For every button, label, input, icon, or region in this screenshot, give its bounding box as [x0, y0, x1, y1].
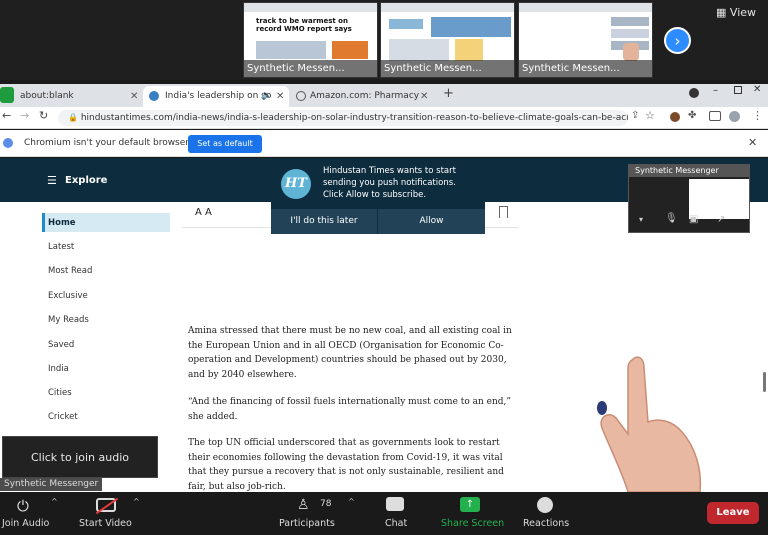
- sidebar-item-latest[interactable]: Latest: [48, 242, 74, 252]
- lock-icon: 🔒: [68, 113, 78, 122]
- pointing-hand-image: [597, 356, 702, 492]
- article-paragraph: Amina stressed that there must be no new…: [188, 326, 512, 380]
- join-audio-button[interactable]: Join Audio: [2, 518, 49, 529]
- start-video-button[interactable]: Start Video: [79, 518, 132, 529]
- thumb-label: Synthetic Messen...: [244, 60, 377, 77]
- caret-up-icon[interactable]: ^: [348, 497, 355, 506]
- caret-up-icon[interactable]: ^: [51, 497, 58, 506]
- dropdown-icon[interactable]: ▾: [639, 215, 643, 224]
- reload-icon[interactable]: ↻: [39, 109, 48, 122]
- next-page-button[interactable]: ›: [664, 27, 691, 54]
- mini-video-label: Synthetic Messenger: [629, 165, 749, 177]
- share-screen-button[interactable]: Share Screen: [441, 518, 504, 529]
- puzzle-icon[interactable]: ✤: [688, 110, 696, 121]
- grid-view-icon: ▦: [716, 6, 727, 19]
- sidebar-item-cricket[interactable]: Cricket: [48, 412, 78, 422]
- close-window-icon[interactable]: ✕: [753, 84, 761, 95]
- bookmark-star-icon[interactable]: ☆: [645, 109, 655, 122]
- smiley-icon[interactable]: [537, 497, 553, 513]
- profile-avatar-icon[interactable]: [729, 111, 740, 122]
- tab-search-icon[interactable]: [689, 88, 699, 98]
- camera-icon[interactable]: ▣: [689, 214, 698, 225]
- font-size-control[interactable]: A A: [195, 207, 212, 218]
- url-text: hindustantimes.com/india-news/india-s-le…: [80, 113, 628, 123]
- self-name-label: Synthetic Messenger: [0, 478, 103, 491]
- leave-button[interactable]: Leave: [707, 502, 759, 524]
- view-label: View: [729, 6, 757, 19]
- address-bar[interactable]: 🔒 hindustantimes.com/india-news/india-s-…: [58, 110, 628, 126]
- thumb-label: Synthetic Messen...: [381, 60, 514, 77]
- speaker-icon[interactable]: 🔈: [261, 86, 272, 107]
- hamburger-icon[interactable]: ☰: [47, 174, 57, 187]
- sidebar-item-home[interactable]: Home: [48, 218, 76, 228]
- mini-video-window[interactable]: Synthetic Messenger ▾ 🎙 ▣ ↗: [628, 164, 750, 233]
- close-tab-icon[interactable]: ✕: [130, 86, 138, 107]
- ht-logo: HT: [281, 169, 311, 199]
- minimize-icon[interactable]: –: [713, 85, 718, 96]
- infobar-text: Chromium isn't your default browser: [24, 138, 189, 148]
- later-button[interactable]: I'll do this later: [271, 209, 378, 234]
- share-screen-icon[interactable]: ↑: [460, 497, 480, 512]
- tab-title: India's leadership on so: [165, 91, 272, 101]
- article-paragraph: The top UN official underscored that as …: [188, 438, 504, 492]
- sidepanel-icon[interactable]: [709, 111, 721, 121]
- tab-hindustan-times[interactable]: India's leadership on so 🔈 ✕: [143, 86, 289, 107]
- reactions-button[interactable]: Reactions: [523, 518, 569, 529]
- menu-kebab-icon[interactable]: ⋮: [752, 109, 763, 122]
- new-tab-icon[interactable]: +: [443, 86, 454, 101]
- join-audio-tooltip[interactable]: Click to join audio: [2, 436, 158, 478]
- close-tab-icon[interactable]: ✕: [420, 86, 428, 107]
- ht-favicon-icon: [149, 91, 159, 101]
- set-default-button[interactable]: Set as default: [188, 135, 262, 153]
- participants-count: 78: [320, 499, 332, 509]
- tab-title: Amazon.com: Pharmacy: [310, 91, 420, 101]
- video-off-icon[interactable]: [95, 497, 119, 515]
- tab-title: about:blank: [20, 91, 74, 101]
- caret-up-icon[interactable]: ^: [133, 497, 140, 506]
- tab-about-blank[interactable]: about:blank ✕: [2, 86, 142, 107]
- close-tab-icon[interactable]: ✕: [276, 86, 284, 107]
- share-icon[interactable]: ⇪: [631, 110, 639, 121]
- sidebar-item-my-reads[interactable]: My Reads: [48, 315, 89, 325]
- mini-video-preview: [689, 179, 749, 219]
- headphones-icon[interactable]: ⏻: [17, 497, 29, 515]
- participants-button[interactable]: Participants: [279, 518, 335, 529]
- bookmark-icon[interactable]: [499, 206, 508, 218]
- chromium-icon: [3, 138, 13, 148]
- article-paragraph: “And the financing of fossil fuels inter…: [188, 397, 512, 422]
- participant-thumbnail-2[interactable]: Synthetic Messen...: [380, 2, 515, 78]
- chevron-right-icon: ›: [674, 32, 681, 50]
- popout-icon[interactable]: ↗: [717, 214, 725, 225]
- allow-button[interactable]: Allow: [378, 209, 485, 234]
- chat-bubble-icon[interactable]: [386, 497, 404, 511]
- sidebar-item-most-read[interactable]: Most Read: [48, 266, 92, 276]
- participant-thumbnail-3[interactable]: Synthetic Messen...: [518, 2, 653, 78]
- explore-menu[interactable]: Explore: [65, 175, 107, 186]
- back-icon[interactable]: ←: [2, 109, 11, 122]
- sidebar-item-saved[interactable]: Saved: [48, 340, 74, 350]
- participants-icon[interactable]: ♙: [297, 497, 310, 513]
- sidebar-item-india[interactable]: India: [48, 364, 69, 374]
- participant-thumbnail-1[interactable]: track to be warmest on record WMO report…: [243, 2, 378, 78]
- microphone-icon[interactable]: 🎙: [665, 213, 678, 224]
- chat-button[interactable]: Chat: [385, 518, 407, 529]
- notification-message: Hindustan Times wants to start sending y…: [323, 166, 456, 200]
- thumb-headline: track to be warmest on record WMO report…: [256, 17, 352, 33]
- maximize-icon[interactable]: [734, 86, 742, 94]
- close-infobar-icon[interactable]: ✕: [748, 136, 757, 149]
- tab-amazon[interactable]: Amazon.com: Pharmacy ✕: [292, 86, 438, 107]
- view-button[interactable]: ▦ View: [716, 6, 756, 19]
- thumb-label: Synthetic Messen...: [519, 60, 652, 77]
- globe-icon: [296, 91, 306, 101]
- scrollbar[interactable]: [763, 372, 766, 392]
- forward-icon[interactable]: →: [20, 109, 29, 122]
- extension-icon[interactable]: [670, 112, 680, 122]
- sidebar-item-exclusive[interactable]: Exclusive: [48, 291, 88, 301]
- sidebar-item-cities[interactable]: Cities: [48, 388, 72, 398]
